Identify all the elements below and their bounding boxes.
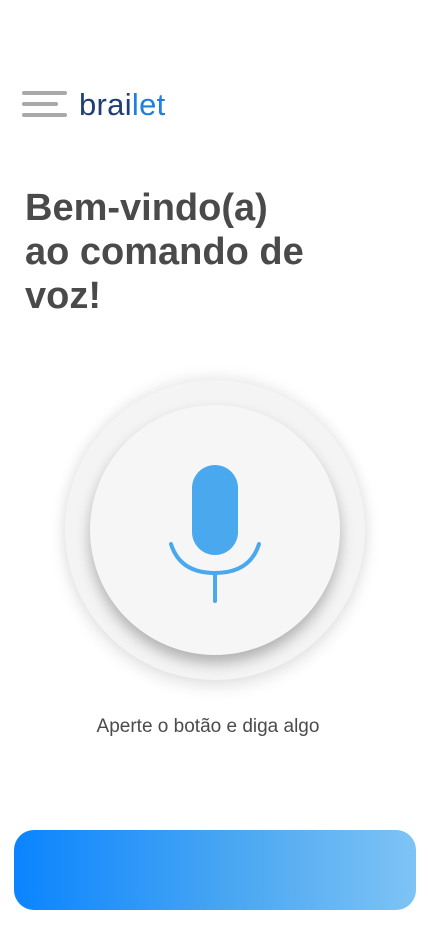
voice-hint-text: Aperte o botão e diga algo <box>96 716 320 737</box>
app-header: brailet <box>22 84 166 124</box>
microphone-icon <box>169 465 261 603</box>
welcome-line-3: voz! <box>25 275 101 317</box>
welcome-line-2: ao comando de <box>25 231 304 273</box>
primary-action-button[interactable] <box>14 830 416 910</box>
brand-logo-part-2: let <box>131 86 166 122</box>
welcome-line-1: Bem-vindo(a) <box>25 187 268 229</box>
microphone-button[interactable] <box>90 405 340 655</box>
brand-logo-part-1: brai <box>79 86 132 122</box>
welcome-heading: Bem-vindo(a) ao comando de voz! <box>25 186 365 318</box>
hamburger-menu-icon[interactable] <box>22 91 67 117</box>
brand-logo: brailet <box>79 89 166 120</box>
